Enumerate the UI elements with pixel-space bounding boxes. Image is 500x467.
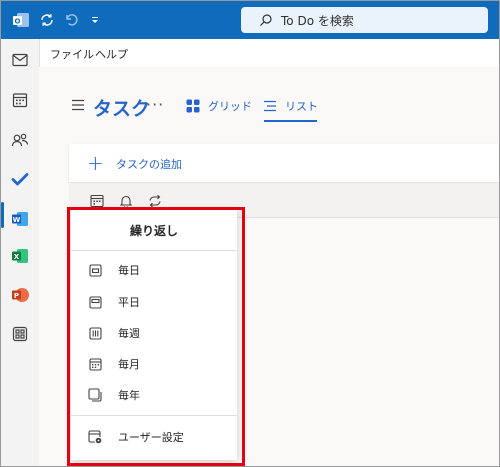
word-icon[interactable]: W [1, 202, 39, 236]
repeat-menu-title: 繰り返し [129, 224, 178, 238]
search-box[interactable]: To Do を検索 [241, 7, 488, 33]
active-tab-underline [264, 120, 317, 122]
repeat-option-label: ユーザー設定 [118, 431, 184, 444]
menu-bar: ファイル ヘルプ [39, 39, 499, 67]
hamburger-menu-icon[interactable] [71, 99, 85, 111]
app-window: O To Do を検索 W X P ファイル ヘルプ タスク ··· グリッド … [0, 0, 500, 467]
tab-grid-label: グリッド [208, 100, 252, 113]
calendar-month-icon [87, 356, 103, 372]
repeat-option-label: 平日 [118, 296, 140, 309]
divider [71, 415, 237, 416]
plus-icon: + [87, 151, 104, 175]
page-title: タスク [93, 98, 151, 120]
apps-icon[interactable] [1, 317, 39, 351]
people-icon[interactable] [1, 123, 39, 157]
tab-list-label: リスト [285, 100, 318, 113]
outlook-app-icon: O [11, 10, 31, 30]
repeat-option-daily[interactable]: 毎日 [71, 255, 237, 285]
repeat-option-label: 毎日 [118, 264, 140, 277]
calendar-settings-icon [87, 429, 103, 445]
grid-icon [186, 99, 200, 113]
repeat-option-label: 毎年 [118, 389, 140, 402]
svg-text:W: W [13, 216, 21, 224]
svg-text:O: O [15, 18, 21, 26]
mail-icon[interactable] [1, 43, 39, 77]
app-rail: W X P [1, 39, 40, 466]
repeat-option-custom[interactable]: ユーザー設定 [71, 422, 237, 452]
repeat-option-monthly[interactable]: 毎月 [71, 349, 237, 379]
customize-toolbar-icon[interactable] [85, 10, 105, 30]
menu-file[interactable]: ファイル [50, 46, 94, 62]
calendar-icon[interactable] [1, 83, 39, 117]
calendar-year-icon [87, 387, 103, 403]
divider [71, 250, 237, 251]
repeat-icon[interactable] [147, 193, 163, 209]
search-icon [260, 14, 272, 26]
repeat-option-label: 毎月 [118, 358, 140, 371]
repeat-option-weekly[interactable]: 毎週 [71, 318, 237, 348]
add-task-label: タスクの追加 [116, 158, 182, 171]
repeat-option-weekdays[interactable]: 平日 [71, 287, 237, 317]
more-options-button[interactable]: ··· [146, 95, 164, 114]
repeat-dropdown: 繰り返し 毎日 平日 毎週 毎月 毎年 ユーザー設定 [71, 210, 237, 460]
undo-icon[interactable] [61, 10, 81, 30]
calendar-week-icon [87, 325, 103, 341]
tab-grid[interactable]: グリッド [186, 95, 252, 117]
sync-icon[interactable] [37, 10, 57, 30]
tab-list[interactable]: リスト [263, 95, 318, 117]
list-icon [264, 100, 276, 112]
svg-text:X: X [14, 253, 20, 261]
repeat-option-label: 毎週 [118, 327, 140, 340]
excel-icon[interactable]: X [1, 239, 39, 273]
calendar-day-icon [87, 262, 103, 278]
reminder-bell-icon[interactable] [118, 193, 134, 209]
menu-help[interactable]: ヘルプ [95, 46, 128, 62]
powerpoint-icon[interactable]: P [1, 278, 39, 312]
search-placeholder: To Do を検索 [281, 13, 354, 28]
todo-icon[interactable] [1, 162, 39, 196]
repeat-option-yearly[interactable]: 毎年 [71, 380, 237, 410]
calendar-workweek-icon [87, 294, 103, 310]
title-bar: O To Do を検索 [1, 1, 499, 39]
add-task-input[interactable]: + タスクの追加 [69, 144, 499, 182]
svg-text:P: P [14, 292, 19, 300]
due-date-icon[interactable] [89, 193, 105, 209]
